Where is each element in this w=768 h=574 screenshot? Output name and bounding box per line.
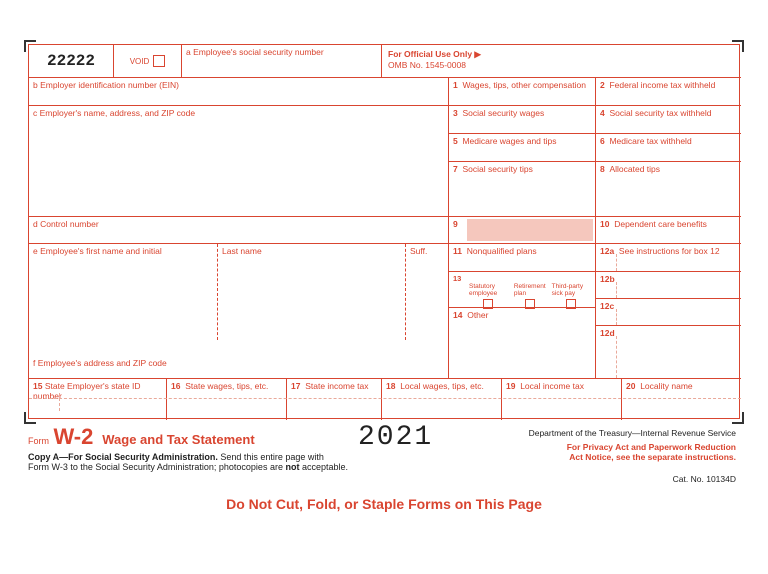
crop-mark-tl xyxy=(24,40,36,52)
box-1-label: Wages, tips, other compensation xyxy=(462,80,585,90)
box-c-label: c Employer's name, address, and ZIP code xyxy=(33,108,195,118)
box-3[interactable]: 3 Social security wages xyxy=(448,105,595,133)
omb-number: OMB No. 1545-0008 xyxy=(388,60,735,70)
box-6[interactable]: 6 Medicare tax withheld xyxy=(595,133,741,161)
box-20[interactable]: 20 Locality name xyxy=(621,378,741,420)
box-e-lastname[interactable]: Last name xyxy=(217,244,405,340)
box-e-fn-label: e Employee's first name and initial xyxy=(33,246,162,256)
box-12a-label: See instructions for box 12 xyxy=(619,246,720,256)
box-13: 13 Statutory employee Retirement plan Th… xyxy=(448,271,595,307)
box-2[interactable]: 2 Federal income tax withheld xyxy=(595,77,741,105)
box-11-label: Nonqualified plans xyxy=(467,246,537,256)
box-10-label: Dependent care benefits xyxy=(614,219,707,229)
box-16[interactable]: 16 State wages, tips, etc. xyxy=(166,378,286,420)
state-row-divider xyxy=(29,398,741,399)
form-footer: Form W-2 Wage and Tax Statement 2021 Dep… xyxy=(28,424,740,472)
void-box: VOID xyxy=(114,45,182,77)
box-17[interactable]: 17 State income tax xyxy=(286,378,381,420)
box-12a[interactable]: 12a See instructions for box 12 xyxy=(595,243,741,271)
void-checkbox[interactable] xyxy=(153,55,165,67)
box-2-label: Federal income tax withheld xyxy=(609,80,715,90)
box-11[interactable]: 11 Nonqualified plans xyxy=(448,243,595,271)
box-7-label: Social security tips xyxy=(462,164,532,174)
dept-treasury: Department of the Treasury—Internal Reve… xyxy=(529,428,736,438)
box-5[interactable]: 5 Medicare wages and tips xyxy=(448,133,595,161)
box-9: 9 xyxy=(448,216,595,243)
box-17-label: State income tax xyxy=(305,381,368,391)
crop-mark-bl xyxy=(24,412,36,424)
b13-stat-label: Statutory employee xyxy=(469,283,508,297)
box-16-label: State wages, tips, etc. xyxy=(185,381,268,391)
box-a-label: a Employee's social security number xyxy=(186,47,324,57)
box-14[interactable]: 14 Other xyxy=(448,307,595,378)
box-7[interactable]: 7 Social security tips xyxy=(448,161,595,216)
w2-title: W-2 xyxy=(53,424,93,449)
box-13-statutory[interactable]: Statutory employee xyxy=(469,283,508,309)
box-14-label: Other xyxy=(467,310,488,320)
box-e-employee-name: e Employee's first name and initial Last… xyxy=(29,243,448,378)
box-12c[interactable]: 12c xyxy=(595,298,741,325)
tax-year: 2021 xyxy=(358,422,433,453)
box-4-label: Social security tax withheld xyxy=(609,108,711,118)
do-not-cut-notice: Do Not Cut, Fold, or Staple Forms on Thi… xyxy=(28,496,740,512)
box-18[interactable]: 18 Local wages, tips, etc. xyxy=(381,378,501,420)
box-8[interactable]: 8 Allocated tips xyxy=(595,161,741,216)
box-5-label: Medicare wages and tips xyxy=(462,136,556,146)
void-label: VOID xyxy=(130,57,150,66)
b13-ret-label: Retirement plan xyxy=(514,283,546,297)
box-a-ssn[interactable]: a Employee's social security number xyxy=(182,45,382,77)
form-word: Form xyxy=(28,436,49,446)
box-13-thirdparty[interactable]: Third-party sick pay xyxy=(552,283,591,309)
box-f-address[interactable]: f Employee's address and ZIP code xyxy=(29,356,448,370)
box-4[interactable]: 4 Social security tax withheld xyxy=(595,105,741,133)
box-e-ln-label: Last name xyxy=(222,246,262,256)
form-code-22222: 22222 xyxy=(29,45,114,77)
box-3-label: Social security wages xyxy=(462,108,544,118)
box-19[interactable]: 19 Local income tax xyxy=(501,378,621,420)
box-e-suf-label: Suff. xyxy=(410,246,427,256)
box-10[interactable]: 10 Dependent care benefits xyxy=(595,216,741,243)
box-f-label: f Employee's address and ZIP code xyxy=(33,358,167,368)
omb-block: For Official Use Only ▶ OMB No. 1545-000… xyxy=(382,45,741,77)
box-6-label: Medicare tax withheld xyxy=(609,136,691,146)
box-19-label: Local income tax xyxy=(520,381,584,391)
box-c-employer[interactable]: c Employer's name, address, and ZIP code xyxy=(29,105,448,216)
box-12d[interactable]: 12d xyxy=(595,325,741,378)
catalog-number: Cat. No. 10134D xyxy=(673,474,736,484)
box-8-label: Allocated tips xyxy=(609,164,660,174)
b13-tp-label: Third-party sick pay xyxy=(552,283,591,297)
box-d-control[interactable]: d Control number xyxy=(29,216,448,243)
crop-mark-br xyxy=(732,412,744,424)
w2-form: 22222 VOID a Employee's social security … xyxy=(28,44,740,522)
box-12b[interactable]: 12b xyxy=(595,271,741,298)
box-1[interactable]: 1 Wages, tips, other compensation xyxy=(448,77,595,105)
box-e-suffix[interactable]: Suff. xyxy=(405,244,448,340)
crop-mark-tr xyxy=(732,40,744,52)
box-20-label: Locality name xyxy=(640,381,692,391)
box-18-label: Local wages, tips, etc. xyxy=(400,381,484,391)
box-13-retirement[interactable]: Retirement plan xyxy=(514,283,546,309)
box-9-shaded xyxy=(467,219,593,241)
form-outer-box: 22222 VOID a Employee's social security … xyxy=(28,44,740,419)
box-b-label: b Employer identification number (EIN) xyxy=(33,80,179,90)
official-use-label: For Official Use Only ▶ xyxy=(388,49,481,59)
box-e-firstname[interactable]: e Employee's first name and initial xyxy=(29,244,217,340)
box-b-ein[interactable]: b Employer identification number (EIN) xyxy=(29,77,448,105)
box-d-label: d Control number xyxy=(33,219,99,229)
privacy-notice: For Privacy Act and Paperwork Reduction … xyxy=(567,442,736,462)
wage-tax-statement: Wage and Tax Statement xyxy=(102,432,254,447)
box-15[interactable]: 15 State Employer's state ID number xyxy=(29,378,166,420)
